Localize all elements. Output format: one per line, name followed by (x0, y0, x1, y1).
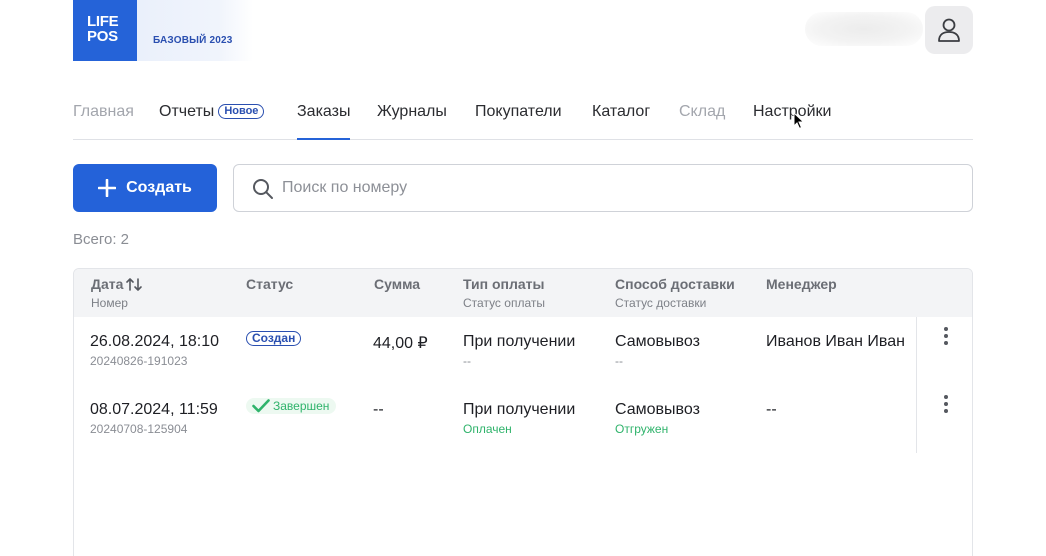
brand-logo[interactable]: LIFE POS БАЗОВЫЙ 2023 (73, 0, 253, 61)
table-row[interactable]: 26.08.2024, 18:10 20240826-191023 Создан… (74, 317, 916, 385)
payment-status: -- (463, 354, 471, 368)
create-button-label: Создать (126, 179, 192, 196)
logo-background (137, 0, 253, 61)
column-header-manager: Менеджер (766, 276, 837, 292)
column-header-date[interactable]: Дата (91, 276, 143, 292)
sort-icon (126, 278, 143, 291)
order-date: 26.08.2024, 18:10 (90, 333, 220, 350)
row-actions-column (916, 317, 972, 453)
order-sum: 44,00 ₽ (373, 335, 428, 352)
nav-tab-catalog[interactable]: Каталог (592, 103, 650, 121)
search-box (233, 164, 973, 212)
payment-type: При получении (463, 401, 576, 418)
column-header-sum: Сумма (374, 276, 421, 292)
column-header-payment-type: Тип оплаты (463, 276, 545, 292)
logo-line2: POS (87, 28, 118, 45)
nav-tab-reports[interactable]: Отчеты Новое (159, 103, 265, 121)
order-number: 20240708-125904 (90, 422, 188, 436)
plus-icon (98, 179, 117, 197)
more-options-icon[interactable] (944, 395, 948, 415)
status-badge: Создан (246, 331, 302, 346)
table-header: Дата Номер Статус Сумма Тип оплаты Стату… (74, 269, 972, 317)
search-input[interactable] (282, 165, 952, 211)
column-subtitle-payment-status: Статус оплаты (463, 296, 545, 310)
payment-status: Оплачен (463, 422, 512, 436)
delivery-method: Самовывоз (615, 401, 700, 418)
delivery-method: Самовывоз (615, 333, 700, 350)
delivery-status: -- (615, 354, 623, 368)
column-subtitle-delivery-status: Статус доставки (615, 296, 707, 310)
user-icon (938, 18, 960, 42)
nav-tab-reports-label: Отчеты (159, 103, 215, 120)
search-icon (253, 179, 273, 199)
main-nav: Главная Отчеты Новое Заказы Журналы Покуп… (73, 100, 973, 140)
column-date-title: Дата (91, 276, 124, 292)
order-sum: -- (373, 401, 384, 418)
order-number: 20240826-191023 (90, 354, 188, 368)
column-header-delivery: Способ доставки (615, 276, 735, 292)
check-icon (252, 399, 270, 413)
nav-tab-orders[interactable]: Заказы (297, 103, 351, 140)
delivery-status: Отгружен (615, 422, 669, 436)
more-options-icon[interactable] (944, 327, 948, 347)
orders-table: Дата Номер Статус Сумма Тип оплаты Стату… (73, 268, 973, 556)
nav-tab-warehouse[interactable]: Склад (679, 103, 725, 121)
create-order-button[interactable]: Создать (73, 164, 217, 212)
status-label: Завершен (273, 399, 330, 413)
nav-tab-customers[interactable]: Покупатели (475, 103, 562, 121)
user-name-blurred (805, 12, 923, 46)
plan-label: БАЗОВЫЙ 2023 (153, 35, 233, 46)
profile-button[interactable] (925, 6, 973, 54)
table-row[interactable]: 08.07.2024, 11:59 20240708-125904 Заверш… (74, 385, 916, 453)
total-count: Всего: 2 (73, 231, 130, 248)
column-subtitle-number: Номер (91, 296, 128, 310)
nav-tab-home[interactable]: Главная (73, 103, 134, 121)
logo-line1: LIFE (87, 13, 119, 30)
status-badge: Завершен (246, 398, 337, 414)
logo-tile: LIFE POS (73, 0, 137, 61)
payment-type: При получении (463, 333, 576, 350)
column-header-status: Статус (246, 276, 294, 292)
manager-name: -- (766, 401, 777, 418)
mouse-pointer-icon (793, 112, 805, 130)
manager-name: Иванов Иван Иван (766, 333, 905, 350)
nav-tab-journals[interactable]: Журналы (377, 103, 447, 121)
order-date: 08.07.2024, 11:59 (90, 401, 218, 418)
new-badge: Новое (218, 104, 265, 119)
